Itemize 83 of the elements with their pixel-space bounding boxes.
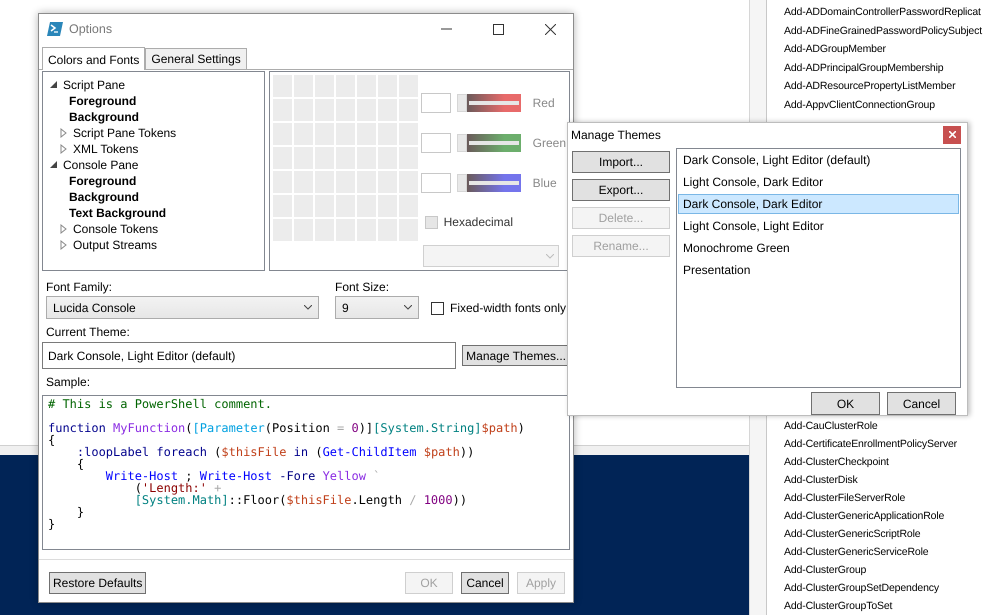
tree-item[interactable]: Foreground [69, 94, 136, 108]
app-icon [47, 22, 63, 36]
checkbox[interactable] [431, 302, 444, 314]
close-icon[interactable] [544, 24, 556, 34]
close-icon [948, 131, 956, 138]
font-family-dropdown[interactable]: Lucida Console [46, 296, 319, 319]
maximize-icon[interactable] [492, 24, 504, 34]
code-line: Write-Host ; Write-Host -Fore Yellow ` [104, 470, 380, 482]
channel-value-field[interactable] [420, 93, 451, 113]
window-title: Options [69, 22, 114, 36]
theme-list-item[interactable]: Light Console, Dark Editor [678, 172, 959, 192]
chevron-down-icon [304, 305, 312, 310]
theme-list-item[interactable]: Monochrome Green [678, 238, 959, 258]
tree-item[interactable]: Script Pane [63, 78, 126, 92]
command-list-item[interactable]: Add-ADResourcePropertyListMember [784, 77, 994, 96]
dialog-button[interactable]: Restore Defaults [49, 572, 146, 594]
command-list-item[interactable]: Add-ClusterDisk [784, 471, 994, 489]
code-line: { [76, 458, 84, 470]
dialog-button[interactable]: Cancel [461, 572, 509, 594]
tree-item[interactable]: Background [69, 190, 140, 204]
channel-label: Blue [532, 176, 557, 190]
command-list-item[interactable]: Add-ClusterFileServerRole [784, 489, 994, 507]
field-label: Current Theme: [45, 325, 131, 339]
command-list-item[interactable]: Add-CertificateEnrollmentPolicyServer [784, 435, 994, 453]
field-label: Font Size: [335, 280, 390, 294]
tree-item[interactable]: Output Streams [73, 238, 158, 252]
command-list-item[interactable]: Add-ClusterGenericServiceRole [784, 543, 994, 561]
command-list-item[interactable]: Add-ClusterGenericApplicationRole [784, 507, 994, 525]
command-list-item[interactable]: Add-ADPrincipalGroupMembership [784, 58, 994, 78]
command-list-item[interactable]: Add-ADGroupMember [784, 40, 994, 59]
manage-themes-button[interactable]: Manage Themes... [462, 345, 570, 366]
theme-action-button[interactable]: Export... [572, 179, 670, 201]
field-label: Sample: [45, 375, 92, 389]
theme-list-item[interactable]: Light Console, Light Editor [678, 216, 959, 236]
channel-value-field[interactable] [420, 173, 451, 193]
tree-item[interactable]: Script Pane Tokens [73, 126, 176, 140]
command-list-item[interactable]: Add-AppvClientConnectionGroup [784, 96, 994, 115]
dialog-button[interactable]: Cancel [887, 392, 956, 415]
tree-item[interactable]: Foreground [69, 174, 136, 188]
font-size-dropdown[interactable]: 9 [335, 296, 419, 319]
code-line: function MyFunction([Parameter(Position = 0)][System.String]$path) [48, 422, 525, 434]
channel-label: Red [532, 96, 555, 110]
tab[interactable]: General Settings [145, 48, 247, 69]
command-list-item[interactable]: Add-ADDomainControllerPasswordReplicat [784, 3, 994, 22]
code-line: ('Length:' + [134, 482, 222, 494]
field-label: Font Family: [46, 280, 114, 294]
chevron-down-icon [404, 305, 412, 310]
checkbox-label: Fixed-width fonts only [450, 301, 566, 315]
code-line: [System.Math]::Floor($thisFile.Length / 1000)) [134, 494, 468, 506]
channel-slider[interactable] [456, 134, 521, 152]
tree-item[interactable]: Console Tokens [73, 222, 158, 236]
tree-item[interactable]: Background [69, 110, 140, 124]
command-list-item[interactable]: Add-ClusterGroup [784, 561, 994, 579]
dialog-button[interactable]: OK [811, 392, 880, 415]
dialog-title: Manage Themes [571, 128, 662, 142]
channel-label: Green [532, 136, 566, 150]
channel-value-field[interactable] [420, 133, 451, 153]
tree-item[interactable]: Text Background [69, 206, 166, 220]
tab[interactable]: Colors and Fonts [42, 47, 146, 70]
theme-list-item[interactable]: Dark Console, Dark Editor [678, 194, 959, 214]
theme-list-item[interactable]: Presentation [678, 260, 959, 280]
command-list-item[interactable]: Add-ClusterGroupSetDependency [784, 579, 994, 597]
code-line: } [76, 506, 84, 518]
channel-slider[interactable] [456, 174, 521, 192]
tree-item[interactable]: Console Pane [63, 158, 138, 172]
code-line: } [48, 518, 56, 530]
command-list-item[interactable]: Add-ClusterGroupToSet [784, 597, 994, 615]
command-list-item[interactable]: Add-ClusterCheckpoint [784, 453, 994, 471]
theme-list-item[interactable]: Dark Console, Light Editor (default) [678, 150, 959, 170]
code-line: :loopLabel foreach ($thisFile in (Get-ChildItem $path)) [76, 446, 474, 458]
checkbox-label: Hexadecimal [444, 215, 514, 229]
chevron-down-icon [546, 254, 554, 258]
channel-slider[interactable] [456, 94, 521, 112]
theme-action-button[interactable]: Import... [572, 151, 670, 173]
tree-item[interactable]: XML Tokens [73, 142, 138, 156]
close-button[interactable] [943, 126, 961, 144]
minimize-icon[interactable] [440, 28, 452, 30]
code-line: # This is a PowerShell comment. [48, 398, 272, 410]
current-theme-field[interactable]: Dark Console, Light Editor (default) [42, 342, 456, 369]
command-list-item[interactable]: Add-ADFineGrainedPasswordPolicySubject [784, 22, 994, 40]
code-line: { [48, 434, 56, 446]
command-list-item[interactable]: Add-ClusterGenericScriptRole [784, 525, 994, 543]
command-list-item[interactable]: Add-CauClusterRole [784, 417, 994, 435]
